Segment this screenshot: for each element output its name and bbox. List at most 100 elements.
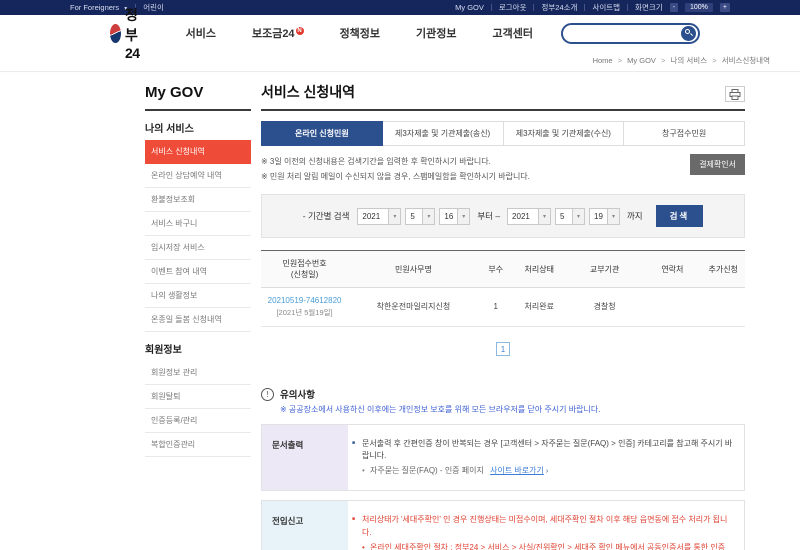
site-header: 정부24 서비스 보조금24N 정책정보 기관정보 고객센터 bbox=[0, 15, 800, 51]
cell-contact bbox=[643, 288, 701, 326]
note-search-period: ※ 3일 이전의 신청내용은 검색기간을 입력한 후 확인하시기 바랍니다. bbox=[261, 154, 745, 169]
search-button[interactable] bbox=[681, 26, 696, 41]
breadcrumb-separator: > bbox=[618, 56, 622, 65]
from-day-select[interactable]: 16 ▾ bbox=[439, 208, 470, 225]
notice-block: 유의사항 ※ 공공장소에서 사용하신 이후에는 개인정보 보호를 위해 모든 브… bbox=[261, 387, 745, 415]
to-day-value: 19 bbox=[590, 212, 607, 221]
period-filter-label: - 기간별 검색 bbox=[303, 210, 350, 222]
sidebar-item-multi-auth[interactable]: 복합인증관리 bbox=[145, 433, 251, 457]
section-move-in-report: 전입신고 처리상태가 '세대주확인' 인 경우 진행상태는 미접수이며, 세대주… bbox=[261, 500, 745, 550]
from-month-value: 5 bbox=[406, 212, 422, 221]
chevron-down-icon: ▾ bbox=[422, 209, 434, 224]
to-suffix: 까지 bbox=[627, 210, 643, 222]
zoom-in-button[interactable]: + bbox=[720, 3, 730, 12]
header-search bbox=[561, 23, 700, 44]
sidebar-item-refund-info[interactable]: 환불정보조회 bbox=[145, 188, 251, 212]
cell-count: 1 bbox=[479, 288, 513, 326]
faq-site-link[interactable]: 사이트 바로가기 bbox=[490, 466, 544, 475]
period-filter: - 기간별 검색 2021 ▾ 5 ▾ 16 ▾ 부터 – 2021 ▾ 5 ▾ bbox=[261, 194, 745, 238]
chevron-down-icon: ▾ bbox=[538, 209, 550, 224]
new-badge: N bbox=[296, 27, 304, 35]
from-month-select[interactable]: 5 ▾ bbox=[405, 208, 435, 225]
table-header-row: 민원접수번호 (신청일) 민원사무명 부수 처리상태 교부기관 연락처 추가신청 bbox=[261, 251, 745, 288]
tab-third-party-send[interactable]: 제3자제출 및 기관제출(송신) bbox=[383, 121, 504, 146]
page-title: 서비스 신청내역 bbox=[261, 82, 355, 102]
sidebar-item-member-withdraw[interactable]: 회원탈퇴 bbox=[145, 385, 251, 409]
notice-text: ※ 공공장소에서 사용하신 이후에는 개인정보 보호를 위해 모든 브라우저를 … bbox=[280, 404, 600, 415]
main-nav: 서비스 보조금24N 정책정보 기관정보 고객센터 bbox=[186, 25, 533, 41]
note-spam-mail: ※ 민원 처리 알림 메일이 수신되지 않을 경우, 스팸메일함을 확인하시기 … bbox=[261, 169, 745, 184]
breadcrumb-my-services[interactable]: 나의 서비스 bbox=[671, 56, 708, 65]
sidebar-item-service-applications[interactable]: 서비스 신청내역 bbox=[145, 140, 251, 164]
sidebar-item-member-manage[interactable]: 회원정보 관리 bbox=[145, 361, 251, 385]
to-day-select[interactable]: 19 ▾ bbox=[589, 208, 620, 225]
sidebar-item-cert-manage[interactable]: 인증등록/관리 bbox=[145, 409, 251, 433]
from-year-value: 2021 bbox=[358, 212, 388, 221]
doc-print-sub-text: 자주묻는 질문(FAQ) - 인증 페이지 bbox=[370, 466, 484, 475]
from-year-select[interactable]: 2021 ▾ bbox=[357, 208, 401, 225]
main-content: 서비스 신청내역 온라인 신청민원 제3자제출 및 기관제출(송신) 제3자제출… bbox=[261, 82, 745, 550]
search-icon-handle bbox=[690, 33, 693, 36]
sidebar-item-event-history[interactable]: 이벤트 참여 내역 bbox=[145, 260, 251, 284]
move-in-warning: 처리상태가 '세대주확인' 인 경우 진행상태는 미접수이며, 세대주확인 절차… bbox=[352, 514, 734, 539]
chevron-down-icon: ▾ bbox=[607, 209, 619, 224]
from-suffix: 부터 – bbox=[477, 210, 500, 222]
search-submit-button[interactable]: 검색 bbox=[656, 205, 704, 227]
sidebar-item-online-consult[interactable]: 온라인 상담예약 내역 bbox=[145, 164, 251, 188]
link-arrow-icon: › bbox=[546, 468, 548, 475]
notice-title: 유의사항 bbox=[280, 387, 600, 401]
chevron-down-icon: ▾ bbox=[457, 209, 469, 224]
alert-bulb-icon bbox=[261, 388, 274, 401]
receipt-number-link[interactable]: 20210519-74612820 bbox=[263, 295, 346, 307]
col-status: 처리상태 bbox=[513, 251, 566, 288]
sidebar-title: My GOV bbox=[145, 82, 251, 111]
chevron-down-icon: ▾ bbox=[388, 209, 400, 224]
nav-subsidy24[interactable]: 보조금24N bbox=[252, 25, 304, 41]
cell-service-name: 착한운전마일리지신청 bbox=[348, 288, 479, 326]
tab-counter-applications[interactable]: 창구접수민원 bbox=[624, 121, 745, 146]
gov24-logo[interactable]: 정부24 bbox=[110, 5, 148, 61]
col-contact: 연락처 bbox=[643, 251, 701, 288]
nav-support[interactable]: 고객센터 bbox=[493, 25, 533, 41]
sidebar-item-care-applications[interactable]: 온종일 돌봄 신청내역 bbox=[145, 308, 251, 332]
col-extra: 추가신청 bbox=[701, 251, 745, 288]
cell-agency: 경찰청 bbox=[566, 288, 643, 326]
nav-services[interactable]: 서비스 bbox=[186, 25, 216, 41]
cell-receipt: 20210519-74612820 [2021년 5월19일] bbox=[261, 288, 348, 326]
payment-confirmation-button[interactable]: 결제확인서 bbox=[690, 154, 745, 175]
breadcrumb-separator: > bbox=[712, 56, 716, 65]
sidebar-item-service-basket[interactable]: 서비스 바구니 bbox=[145, 212, 251, 236]
doc-print-line: 문서출력 후 간편인증 창이 반복되는 경우 [고객센터 > 자주묻는 질문(F… bbox=[352, 438, 734, 463]
sidebar: My GOV 나의 서비스 서비스 신청내역 온라인 상담예약 내역 환불정보조… bbox=[145, 82, 251, 550]
col-count: 부수 bbox=[479, 251, 513, 288]
nav-policy[interactable]: 정책정보 bbox=[340, 25, 380, 41]
pagination: 1 bbox=[261, 339, 745, 357]
sidebar-section-my-services: 나의 서비스 bbox=[145, 111, 251, 140]
cell-extra bbox=[701, 288, 745, 326]
to-year-select[interactable]: 2021 ▾ bbox=[507, 208, 551, 225]
col-agency: 교부기관 bbox=[566, 251, 643, 288]
tab-third-party-receive[interactable]: 제3자제출 및 기관제출(수신) bbox=[504, 121, 625, 146]
search-input[interactable] bbox=[571, 29, 681, 38]
gov24-logo-icon bbox=[110, 24, 121, 43]
table-row: 20210519-74612820 [2021년 5월19일] 착한운전마일리지… bbox=[261, 288, 745, 326]
breadcrumb-mygov[interactable]: My GOV bbox=[627, 56, 656, 65]
breadcrumb-home[interactable]: Home bbox=[593, 56, 613, 65]
gov24-logo-text: 정부24 bbox=[125, 5, 148, 61]
chevron-down-icon: ▾ bbox=[572, 209, 584, 224]
tab-online-applications[interactable]: 온라인 신청민원 bbox=[261, 121, 383, 146]
sidebar-item-temp-saved[interactable]: 임시저장 서비스 bbox=[145, 236, 251, 260]
sidebar-section-member-info: 회원정보 bbox=[145, 332, 251, 361]
sidebar-item-life-info[interactable]: 나의 생활정보 bbox=[145, 284, 251, 308]
from-day-value: 16 bbox=[440, 212, 457, 221]
breadcrumb-separator: > bbox=[661, 56, 665, 65]
page-1-button[interactable]: 1 bbox=[496, 342, 510, 356]
nav-agency[interactable]: 기관정보 bbox=[416, 25, 456, 41]
doc-print-sub-line: 자주묻는 질문(FAQ) - 인증 페이지 사이트 바로가기› bbox=[362, 465, 734, 478]
cell-status: 처리완료 bbox=[513, 288, 566, 326]
print-button[interactable] bbox=[725, 86, 745, 102]
receipt-date: [2021년 5월19일] bbox=[263, 307, 346, 318]
section-document-print: 문서출력 문서출력 후 간편인증 창이 반복되는 경우 [고객센터 > 자주묻는… bbox=[261, 424, 745, 492]
to-month-select[interactable]: 5 ▾ bbox=[555, 208, 585, 225]
col-receipt-no: 민원접수번호 (신청일) bbox=[261, 251, 348, 288]
